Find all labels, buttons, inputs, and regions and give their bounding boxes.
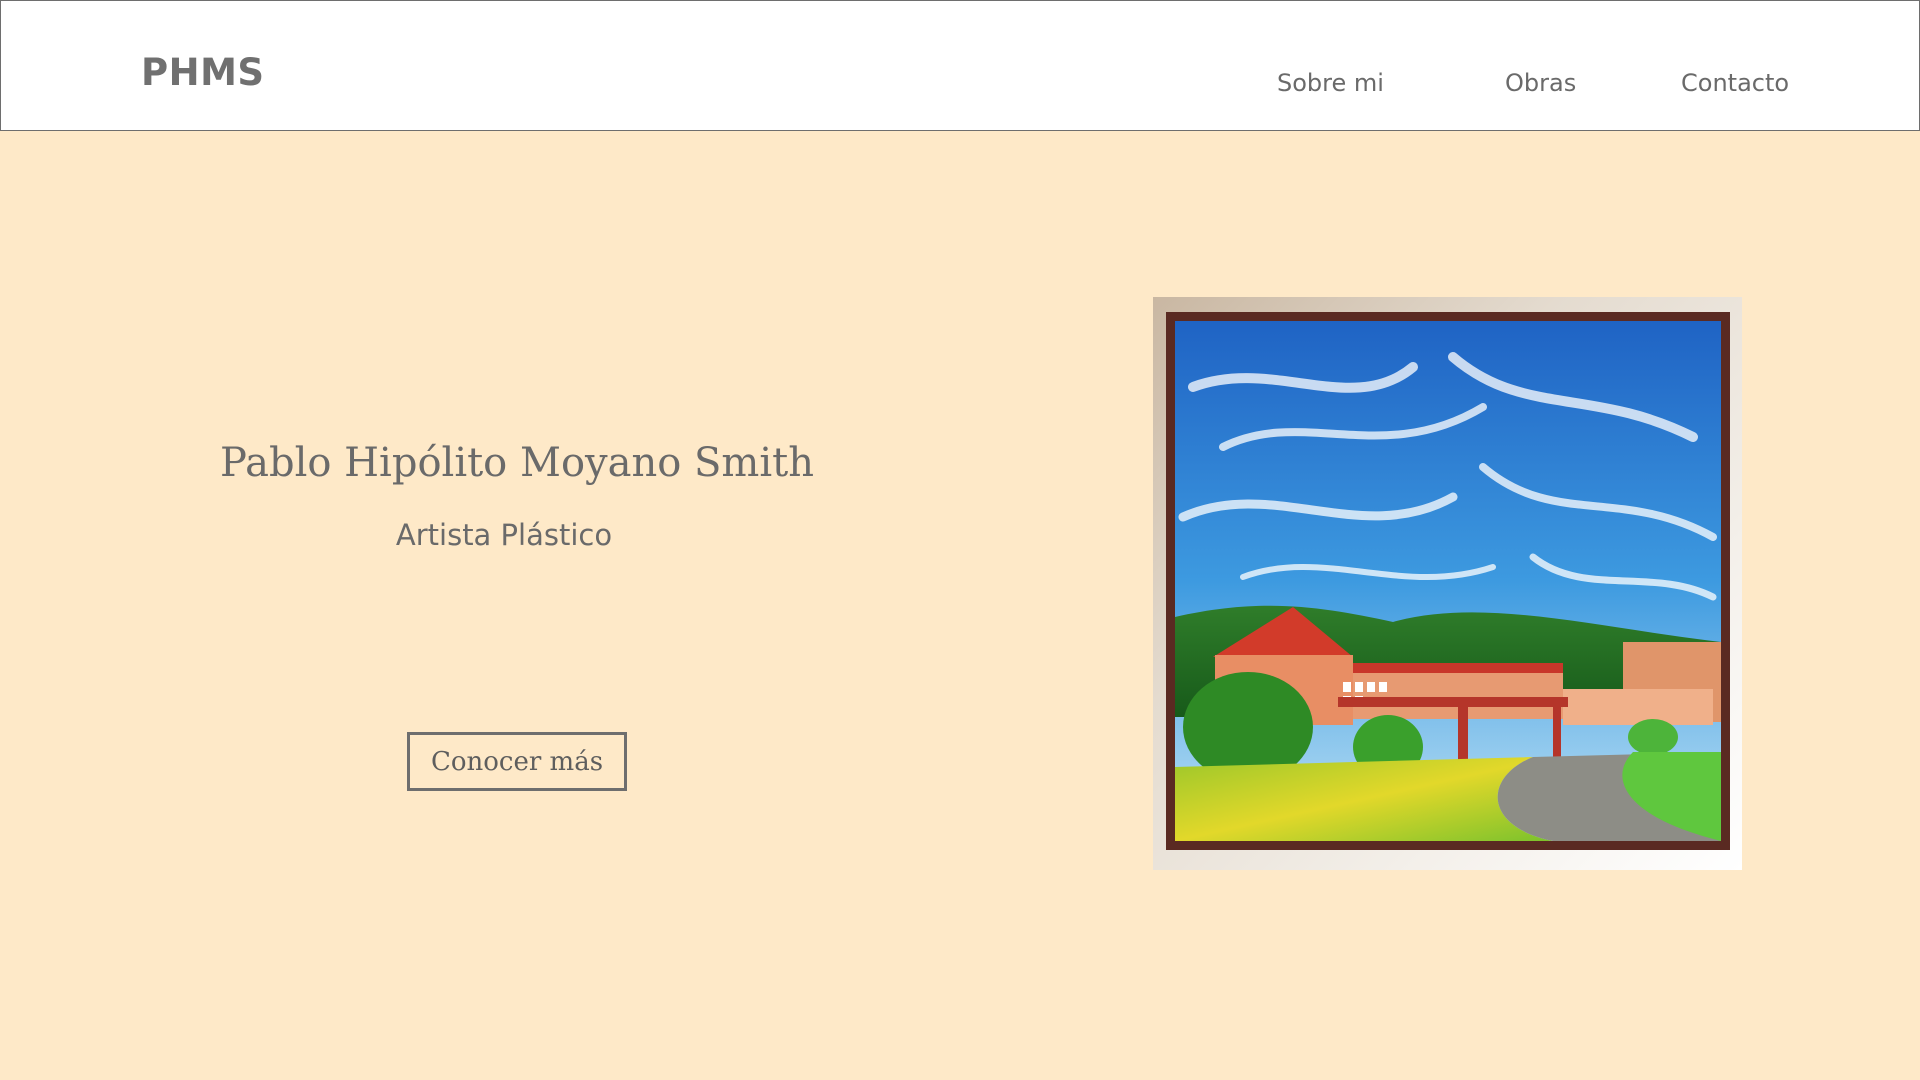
learn-more-button[interactable]: Conocer más xyxy=(407,732,627,791)
nav-link-contacto[interactable]: Contacto xyxy=(1681,69,1789,97)
artist-name: Pablo Hipólito Moyano Smith xyxy=(220,440,814,486)
nav-link-sobre-mi[interactable]: Sobre mi xyxy=(1277,69,1384,97)
featured-painting-image xyxy=(1153,297,1742,870)
nav-link-obras[interactable]: Obras xyxy=(1505,69,1576,97)
site-logo[interactable]: PHMS xyxy=(141,51,265,94)
site-header: PHMS Sobre mi Obras Contacto xyxy=(0,0,1920,131)
artist-role: Artista Plástico xyxy=(395,518,613,552)
